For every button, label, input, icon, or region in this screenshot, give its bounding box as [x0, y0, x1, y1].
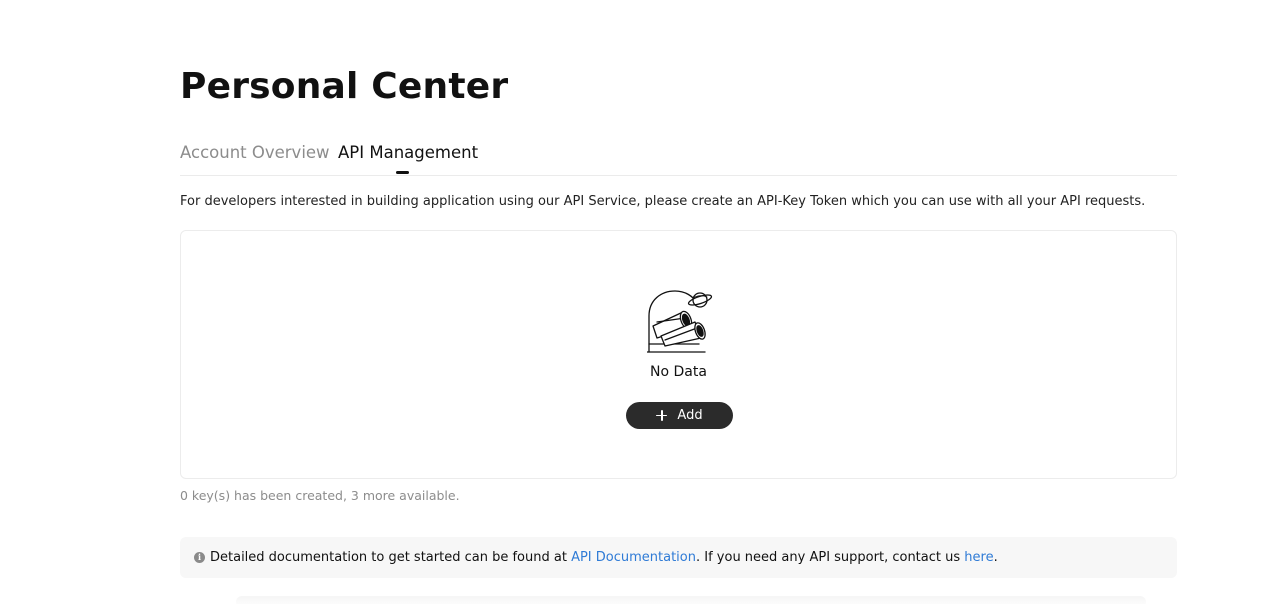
empty-state-text: No Data	[650, 364, 707, 380]
personal-center-page: Personal Center Account Overview API Man…	[0, 0, 1280, 604]
info-text-middle: . If you need any API support, contact u…	[695, 550, 961, 565]
info-icon: i	[194, 552, 205, 563]
tab-account-overview[interactable]: Account Overview	[180, 143, 330, 162]
support-here-link[interactable]: here	[964, 550, 993, 565]
binoculars-planet-icon	[647, 290, 713, 353]
info-text-before: Detailed documentation to get started ca…	[210, 550, 567, 565]
page-title: Personal Center	[180, 66, 509, 107]
key-quota-text: 0 key(s) has been created, 3 more availa…	[180, 488, 460, 503]
api-description: For developers interested in building ap…	[180, 194, 1146, 209]
plus-icon	[656, 410, 668, 421]
info-text-after: .	[993, 550, 998, 565]
api-keys-panel: No Data Add	[180, 230, 1177, 479]
tab-bar: Account Overview API Management	[180, 140, 1177, 176]
add-api-key-button[interactable]: Add	[626, 402, 733, 429]
add-button-label: Add	[677, 408, 703, 423]
api-documentation-link[interactable]: API Documentation	[571, 550, 696, 565]
bottom-shadow-divider	[236, 596, 1146, 604]
active-tab-indicator	[396, 171, 409, 174]
documentation-info-bar: i Detailed documentation to get started …	[180, 537, 1177, 578]
tab-api-management[interactable]: API Management	[338, 143, 478, 162]
